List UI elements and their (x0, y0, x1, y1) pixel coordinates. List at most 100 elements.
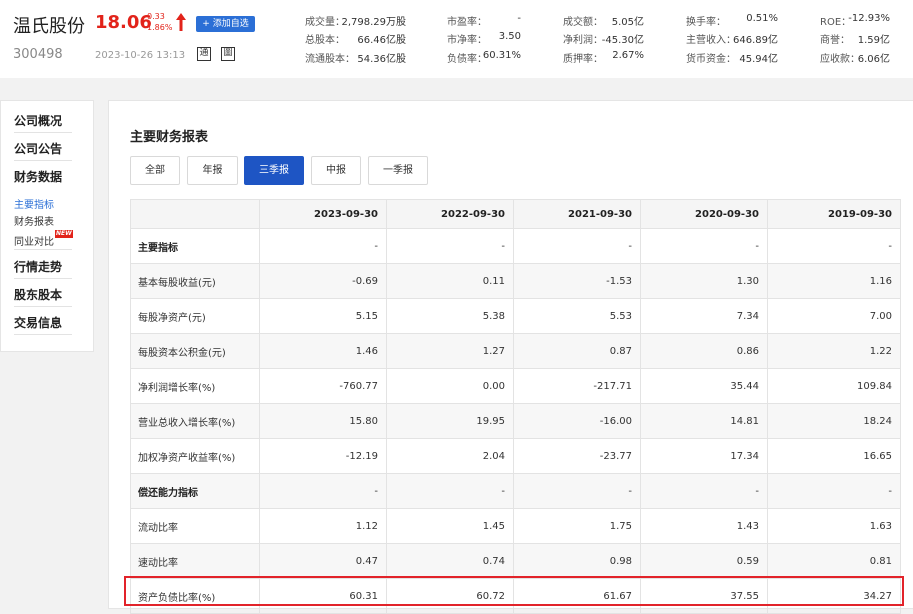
table-cell: 0.98 (513, 543, 641, 579)
table-row: 加权净资产收益率(%) -12.19 2.04 -23.77 17.34 16.65 (130, 438, 901, 474)
table-cell: 61.67 (513, 578, 641, 614)
stat-value: 3.50 (498, 31, 521, 42)
table-row: 主要指标 - - - - - (130, 228, 901, 264)
table-cell: -217.71 (513, 368, 641, 404)
stat-value: 0.51% (746, 13, 778, 24)
stat-value: - (517, 13, 521, 24)
stat-label: 成交额： (563, 17, 603, 28)
row-label: 每股资本公积金(元) (130, 333, 260, 369)
row-label: 速动比率 (130, 543, 260, 579)
column-header (130, 199, 260, 229)
stat-value: 6.06亿 (857, 54, 890, 65)
row-label: 主要指标 (130, 228, 260, 264)
table-row: 偿还能力指标 - - - - - (130, 473, 901, 509)
table-row: 每股净资产(元) 5.15 5.38 5.53 7.34 7.00 (130, 298, 901, 334)
stock-name: 温氏股份 (13, 16, 85, 37)
table-cell: 7.34 (640, 298, 768, 334)
stat-label: 主营收入： (686, 35, 736, 46)
tab-all[interactable]: 全部 (130, 156, 180, 185)
table-cell: 2.04 (386, 438, 514, 474)
stat-label: 负债率： (447, 54, 487, 65)
tong-icon[interactable]: 通 (197, 47, 211, 61)
tab-q3[interactable]: 三季报 (244, 156, 304, 185)
table-cell: 1.12 (259, 508, 387, 544)
table-cell: - (767, 473, 901, 509)
table-cell: 1.22 (767, 333, 901, 369)
row-label: 加权净资产收益率(%) (130, 438, 260, 474)
row-label: 每股净资产(元) (130, 298, 260, 334)
table-cell: -23.77 (513, 438, 641, 474)
table-cell: - (640, 228, 768, 264)
nav-divider (14, 306, 72, 307)
stat-value: -45.30亿 (601, 35, 644, 46)
tab-annual[interactable]: 年报 (187, 156, 238, 185)
stat-value: 54.36亿股 (357, 54, 406, 65)
stat-value: 66.46亿股 (357, 35, 406, 46)
stat-value: 1.59亿 (857, 35, 890, 46)
row-label: 净利润增长率(%) (130, 368, 260, 404)
stat-value: 2.67% (612, 50, 644, 61)
tab-interim[interactable]: 中报 (311, 156, 361, 185)
table-cell: -1.53 (513, 263, 641, 299)
stock-code: 300498 (13, 47, 63, 62)
nav-divider (14, 334, 72, 335)
stat-label: 应收款： (820, 54, 860, 65)
table-cell: - (386, 228, 514, 264)
stat-label: 商誉： (820, 35, 850, 46)
column-header: 2022-09-30 (386, 199, 514, 229)
stat-label: 净利润： (563, 35, 603, 46)
table-cell: -760.77 (259, 368, 387, 404)
sidebar-item-market-trend[interactable]: 行情走势 (14, 258, 62, 275)
price-change-pct: 1.86% (147, 23, 173, 32)
sidebar-subitem-key-indicators[interactable]: 主要指标 (14, 196, 54, 211)
stat-label: 市盈率： (447, 17, 487, 28)
stat-label: 质押率： (563, 54, 603, 65)
table-row: 营业总收入增长率(%) 15.80 19.95 -16.00 14.81 18.24 (130, 403, 901, 439)
table-row: 速动比率 0.47 0.74 0.98 0.59 0.81 (130, 543, 901, 579)
column-header: 2020-09-30 (640, 199, 768, 229)
table-cell: - (259, 473, 387, 509)
stat-label: 市净率： (447, 35, 487, 46)
stat-label: 换手率： (686, 17, 726, 28)
sidebar-item-financial-data[interactable]: 财务数据 (14, 168, 62, 185)
sidebar-item-company-overview[interactable]: 公司概况 (14, 112, 62, 129)
sidebar-item-shareholders[interactable]: 股东股本 (14, 286, 62, 303)
table-cell: 15.80 (259, 403, 387, 439)
row-label: 流动比率 (130, 508, 260, 544)
table-header-row: 2023-09-30 2022-09-30 2021-09-30 2020-09… (130, 199, 901, 229)
stat-label: ROE： (820, 17, 852, 28)
table-cell: 1.30 (640, 263, 768, 299)
table-row: 每股资本公积金(元) 1.46 1.27 0.87 0.86 1.22 (130, 333, 901, 369)
table-cell: 0.86 (640, 333, 768, 369)
tab-q1[interactable]: 一季报 (368, 156, 428, 185)
stat-value: 646.89亿 (733, 35, 778, 46)
table-cell: - (640, 473, 768, 509)
table-cell: 17.34 (640, 438, 768, 474)
sidebar-item-announcements[interactable]: 公司公告 (14, 140, 62, 157)
table-cell: - (767, 228, 901, 264)
add-watchlist-button[interactable]: + 添加自选 (196, 16, 255, 32)
sidebar-subitem-financial-statements[interactable]: 财务报表 (14, 213, 54, 228)
column-header: 2023-09-30 (259, 199, 387, 229)
nav-divider (14, 249, 72, 250)
table-cell: 1.45 (386, 508, 514, 544)
row-label: 资产负债比率(%) (130, 578, 260, 614)
table-cell: 5.15 (259, 298, 387, 334)
table-cell: 0.74 (386, 543, 514, 579)
table-cell: 14.81 (640, 403, 768, 439)
sidebar-subitem-peer-comparison[interactable]: 同业对比 (14, 233, 54, 248)
chart-icon[interactable]: 圖 (221, 47, 235, 61)
sidebar-nav: 公司概况 公司公告 财务数据 主要指标 财务报表 同业对比 行情走势 股东股本 … (0, 100, 94, 352)
table-cell: - (386, 473, 514, 509)
table-row: 净利润增长率(%) -760.77 0.00 -217.71 35.44 109.84 (130, 368, 901, 404)
table-cell: 7.00 (767, 298, 901, 334)
table-cell: 0.00 (386, 368, 514, 404)
sidebar-item-trading-info[interactable]: 交易信息 (14, 314, 62, 331)
stat-label: 总股本： (305, 35, 345, 46)
table-row: 基本每股收益(元) -0.69 0.11 -1.53 1.30 1.16 (130, 263, 901, 299)
table-cell: 1.63 (767, 508, 901, 544)
financial-table: 2023-09-30 2022-09-30 2021-09-30 2020-09… (130, 199, 901, 614)
stat-label: 货币资金： (686, 54, 736, 65)
row-label: 营业总收入增长率(%) (130, 403, 260, 439)
table-cell: 0.87 (513, 333, 641, 369)
